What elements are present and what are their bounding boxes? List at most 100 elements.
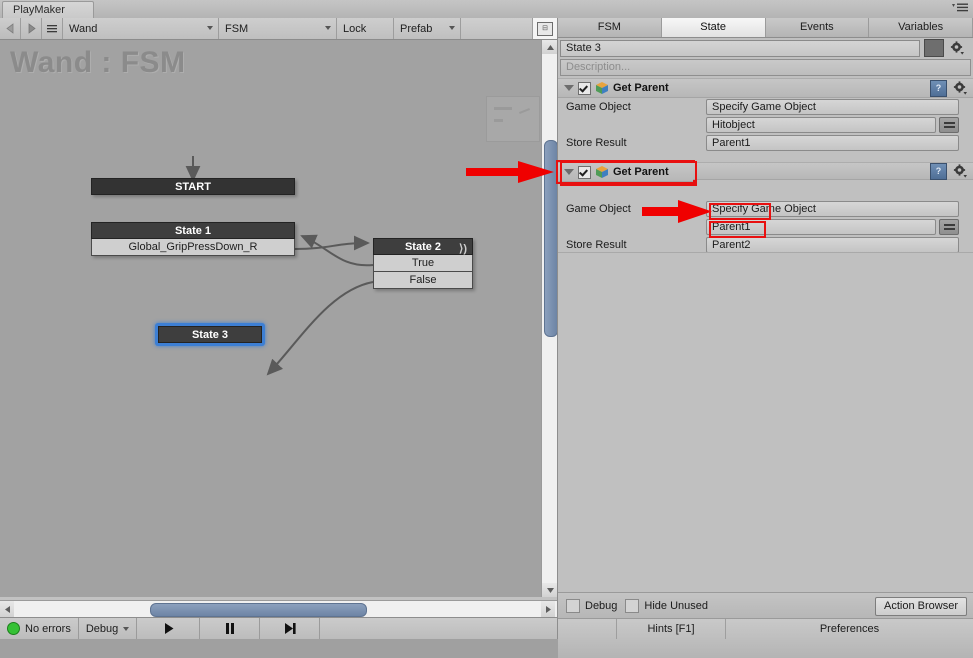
debug-dropdown[interactable]: Debug: [78, 618, 138, 639]
fsm-graph-canvas[interactable]: Wand : FSM START State 1 Global_GripPres…: [0, 40, 541, 597]
caret-down-icon: [546, 587, 554, 593]
debug-label: Debug: [85, 622, 119, 635]
state-gear-button[interactable]: [948, 40, 966, 56]
toolbar-filler: [461, 18, 533, 39]
action-get-parent-2: Get Parent ? Game Object Specify Game Ob…: [556, 160, 973, 254]
state-node-state-2[interactable]: State 2 ⟩) True False: [373, 238, 473, 289]
minimap-thumbnail[interactable]: [486, 96, 540, 142]
select-view-button[interactable]: ⊟: [533, 18, 557, 39]
state-node-state-3[interactable]: State 3: [155, 323, 265, 346]
window-tab-playmaker[interactable]: PlayMaker: [2, 1, 94, 18]
pause-icon: [226, 623, 235, 634]
horizontal-scroll-thumb[interactable]: [150, 603, 367, 617]
hamburger-icon[interactable]: [949, 2, 969, 16]
state-node-transition[interactable]: True: [373, 255, 473, 272]
store-result-popup[interactable]: Parent2: [706, 237, 959, 253]
triangle-down-icon[interactable]: [564, 85, 574, 91]
field-store-result: Store Result Parent1: [558, 134, 973, 152]
caret-up-icon: [546, 44, 554, 50]
caret-right-icon: [545, 605, 551, 613]
triangle-down-icon[interactable]: [564, 169, 574, 175]
scroll-down-button[interactable]: [542, 583, 558, 597]
state-node-transition[interactable]: False: [373, 272, 473, 289]
field-label: Store Result: [566, 137, 627, 149]
action-header-right[interactable]: ?: [693, 162, 973, 180]
state-description-row: Description...: [560, 59, 971, 76]
fsm-list-button[interactable]: [42, 18, 63, 39]
debug-checkbox[interactable]: [566, 599, 580, 613]
gear-icon: [950, 41, 964, 55]
tab-variables[interactable]: Variables: [869, 18, 973, 37]
equals-icon[interactable]: [939, 117, 959, 133]
prefab-dropdown[interactable]: Prefab: [394, 18, 461, 39]
tab-fsm[interactable]: FSM: [558, 18, 662, 37]
chevron-down-icon: [325, 26, 331, 30]
action-enabled-checkbox[interactable]: [578, 165, 591, 179]
state-node-title: State 3: [158, 326, 262, 343]
state-name-row: State 3: [560, 39, 971, 57]
forward-button[interactable]: [21, 18, 42, 39]
state-name-input[interactable]: State 3: [560, 39, 920, 57]
action-browser-button[interactable]: Action Browser: [875, 597, 967, 616]
hints-button[interactable]: Hints [F1]: [617, 619, 726, 639]
tab-events[interactable]: Events: [765, 18, 870, 37]
window-title-bar: PlayMaker: [0, 0, 973, 19]
status-bar: No errors Debug: [0, 617, 557, 639]
state-node-title: State 2 ⟩): [373, 238, 473, 255]
fsm-dropdown-label: FSM: [225, 22, 249, 35]
broadcast-icon: ⟩): [459, 243, 467, 255]
fsm-dropdown[interactable]: FSM: [219, 18, 337, 39]
status-bar-filler: [320, 618, 557, 639]
hints-bar: Hints [F1] Preferences: [558, 618, 973, 658]
equals-icon[interactable]: [939, 219, 959, 235]
hide-unused-checkbox[interactable]: [625, 599, 640, 613]
scroll-left-button[interactable]: [0, 601, 14, 617]
transition-edges: [185, 156, 374, 376]
debug-label: Debug: [585, 600, 618, 612]
field-game-object: Game Object Specify Game Object: [558, 200, 973, 218]
help-icon[interactable]: ?: [930, 163, 947, 180]
tab-state[interactable]: State: [661, 18, 766, 37]
caret-left-icon: [4, 605, 10, 613]
game-object-variable-popup[interactable]: Hitobject: [706, 117, 936, 133]
target-object-dropdown[interactable]: Wand: [63, 18, 219, 39]
play-button[interactable]: [137, 618, 201, 639]
scroll-up-button[interactable]: [542, 40, 558, 54]
state-node-start[interactable]: START: [91, 178, 295, 195]
action-header[interactable]: Get Parent ?: [558, 78, 973, 98]
help-icon[interactable]: ?: [930, 80, 947, 97]
state-node-transition[interactable]: Global_GripPressDown_R: [91, 239, 295, 256]
arrow-to-action-header: [466, 161, 554, 183]
chevron-down-icon: [207, 26, 213, 30]
step-button[interactable]: [260, 618, 321, 639]
game-object-variable-popup[interactable]: Parent1: [706, 219, 936, 235]
pause-button[interactable]: [200, 618, 261, 639]
error-status[interactable]: No errors: [0, 618, 79, 639]
action-header[interactable]: Get Parent: [556, 160, 695, 184]
action-gear-button[interactable]: [953, 164, 968, 181]
inspector-footer: Debug Hide Unused Action Browser: [558, 592, 973, 619]
action-enabled-checkbox[interactable]: [578, 81, 591, 95]
scroll-right-button[interactable]: [541, 601, 555, 617]
arrow-right-icon: [28, 23, 36, 34]
hide-unused-label: Hide Unused: [644, 600, 709, 612]
back-button[interactable]: [0, 18, 21, 39]
lock-button[interactable]: Lock: [337, 18, 394, 39]
unity-cube-icon: [595, 165, 609, 179]
state-color-swatch[interactable]: [924, 39, 944, 57]
chevron-down-icon: [449, 26, 455, 30]
action-get-parent-1: Get Parent ? Game Object Specify Game Ob…: [558, 78, 973, 152]
field-game-object-variable: Hitobject: [558, 116, 973, 134]
target-object-label: Wand: [69, 22, 98, 35]
game-object-mode-popup[interactable]: Specify Game Object: [706, 99, 959, 115]
store-result-popup[interactable]: Parent1: [706, 135, 959, 151]
fsm-toolbar: Wand FSM Lock Prefab ⊟: [0, 18, 557, 40]
action-gear-button[interactable]: [953, 81, 968, 98]
arrow-to-game-object-variable: [642, 200, 712, 223]
state-description-input[interactable]: Description...: [560, 59, 971, 76]
list-icon: [47, 25, 57, 33]
game-object-mode-popup[interactable]: Specify Game Object: [706, 201, 959, 217]
state-node-state-1[interactable]: State 1 Global_GripPressDown_R: [91, 222, 295, 256]
preferences-button[interactable]: Preferences: [726, 619, 973, 639]
canvas-horizontal-scrollbar[interactable]: [0, 600, 557, 617]
